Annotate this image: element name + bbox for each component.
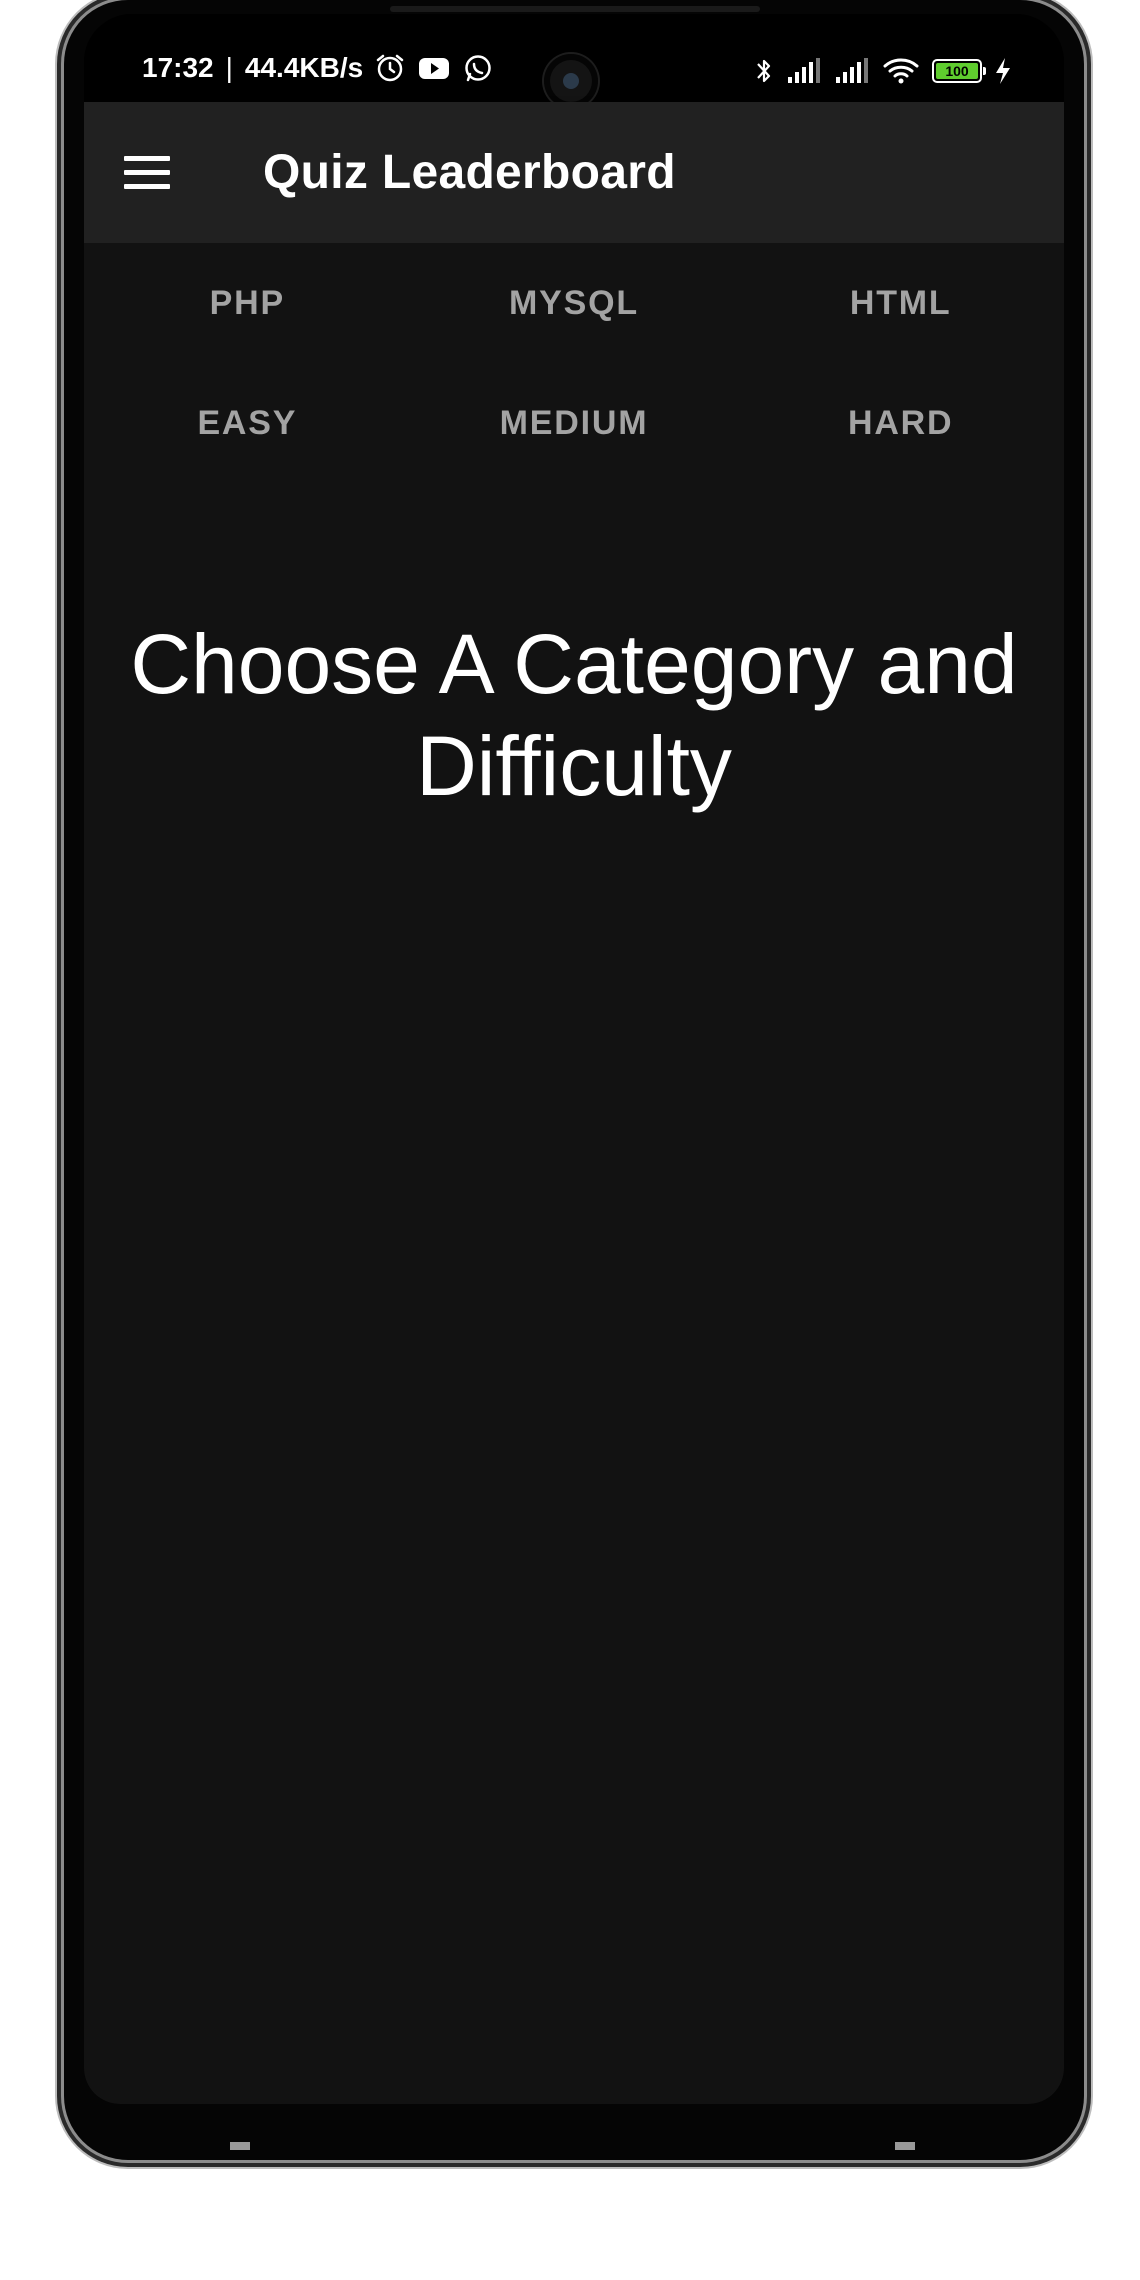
status-right: 100 <box>754 56 1012 86</box>
volume-button <box>55 350 63 618</box>
category-button-php[interactable]: PHP <box>84 253 411 353</box>
frame-tab <box>895 2142 915 2150</box>
alarm-icon <box>376 54 404 82</box>
device-screen: 17:32 | 44.4KB/s 100 Quiz Leaderboard PH… <box>84 14 1064 2104</box>
page: 17:32 | 44.4KB/s 100 Quiz Leaderboard PH… <box>0 0 1140 2280</box>
youtube-icon <box>419 58 450 79</box>
status-time: 17:32 <box>142 52 214 83</box>
whatsapp-icon <box>465 55 491 82</box>
status-left: 17:32 | 44.4KB/s <box>142 52 495 84</box>
status-bar: 17:32 | 44.4KB/s 100 <box>84 14 1064 108</box>
power-button <box>55 760 63 902</box>
battery-level: 100 <box>936 63 978 79</box>
app-bar: Quiz Leaderboard <box>84 102 1064 243</box>
charging-icon <box>996 58 1010 84</box>
battery-icon: 100 <box>932 59 986 83</box>
difficulty-button-hard[interactable]: HARD <box>737 373 1064 473</box>
front-camera <box>544 54 598 108</box>
category-button-mysql[interactable]: MYSQL <box>411 253 738 353</box>
app-title: Quiz Leaderboard <box>263 146 676 199</box>
difficulty-buttons: EASY MEDIUM HARD <box>84 373 1064 473</box>
hamburger-menu-icon[interactable] <box>124 148 174 196</box>
signal-icon <box>788 58 820 83</box>
earpiece-speaker <box>390 6 760 12</box>
bluetooth-icon <box>757 59 771 83</box>
network-speed: 44.4KB/s <box>244 52 364 83</box>
difficulty-button-easy[interactable]: EASY <box>84 373 411 473</box>
signal-icon <box>836 58 868 83</box>
main-content: PHP MYSQL HTML EASY MEDIUM HARD Choose A… <box>84 243 1064 2104</box>
frame-tab <box>230 2142 250 2150</box>
choose-prompt: Choose A Category and Difficulty <box>130 617 1018 813</box>
category-buttons: PHP MYSQL HTML <box>84 253 1064 353</box>
status-separator: | <box>225 52 233 83</box>
wifi-icon <box>883 58 919 84</box>
difficulty-button-medium[interactable]: MEDIUM <box>411 373 738 473</box>
category-button-html[interactable]: HTML <box>737 253 1064 353</box>
